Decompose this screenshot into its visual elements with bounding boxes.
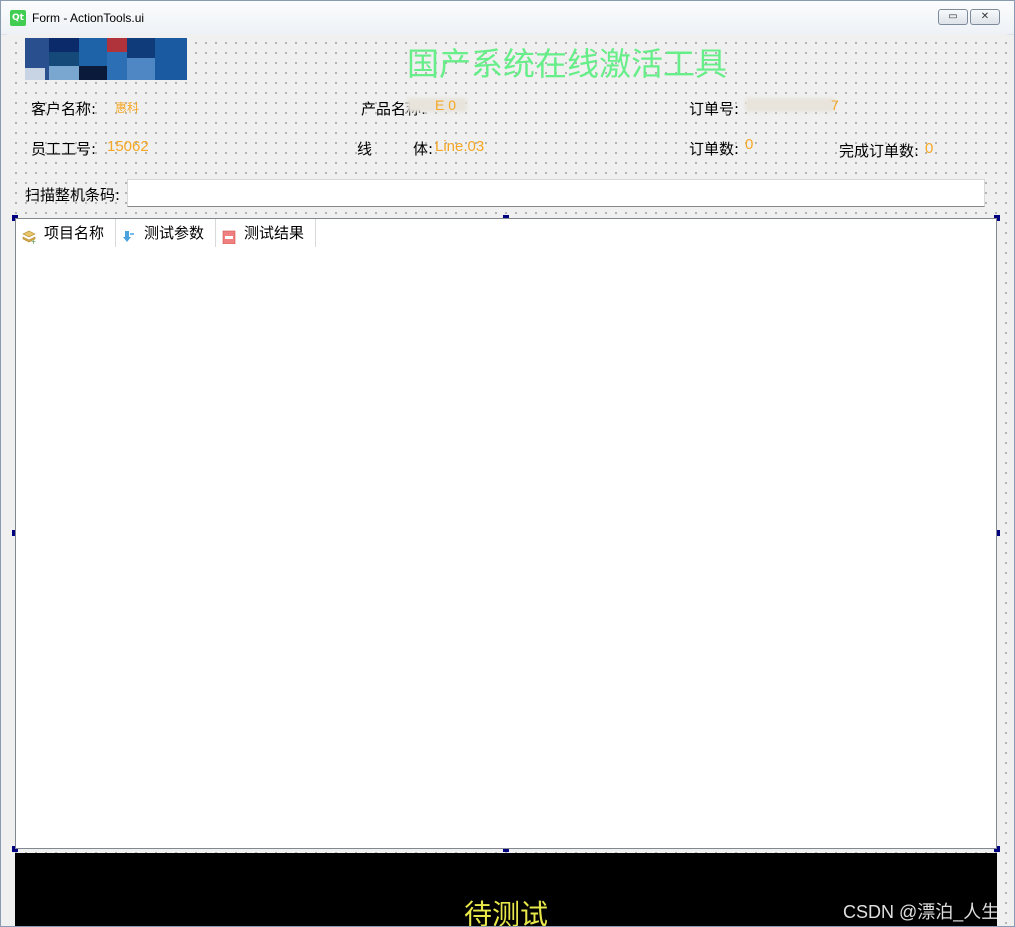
- column-header-test-params[interactable]: 测试参数: [116, 219, 216, 247]
- column-header-label: 测试参数: [144, 224, 205, 242]
- close-button[interactable]: ✕: [970, 9, 1000, 25]
- layers-icon: +: [22, 225, 36, 246]
- window-title: Form - ActionTools.ui: [32, 11, 145, 25]
- column-header-label: 测试结果: [244, 224, 305, 242]
- line-label-part2: 体:: [413, 140, 434, 158]
- done-count-value: 0: [925, 140, 934, 157]
- scan-barcode-input[interactable]: [127, 179, 985, 207]
- test-items-tree[interactable]: + 项目名称 测试参数 测试结果: [15, 218, 997, 849]
- customer-value: 惠科: [115, 101, 140, 115]
- order-count-label: 订单数:: [689, 140, 740, 158]
- app-window: Qt Form - ActionTools.ui ▭ ✕ 国产系统在线激活工具 …: [0, 0, 1015, 927]
- order-count-value: 0: [745, 136, 754, 153]
- form-canvas: 国产系统在线激活工具 客户名称: 惠科 产品名称: E 0 订单号: 7 员工工…: [7, 34, 1007, 926]
- line-label-part1: 线: [357, 140, 373, 158]
- watermark-text: CSDN @漂泊_人生: [843, 902, 1000, 922]
- page-title: 国产系统在线激活工具: [407, 45, 728, 83]
- order-no-label: 订单号:: [689, 100, 740, 118]
- order-no-redaction: [745, 98, 835, 112]
- scan-label: 扫描整机条码:: [25, 186, 121, 204]
- company-logo: [25, 38, 187, 80]
- download-arrow-icon: [122, 225, 136, 242]
- column-header-item-name[interactable]: + 项目名称: [16, 219, 116, 247]
- employee-value: 15062: [107, 138, 149, 155]
- svg-text:+: +: [31, 239, 36, 244]
- column-header-test-result[interactable]: 测试结果: [216, 219, 316, 247]
- document-icon: [222, 225, 236, 245]
- minimize-button[interactable]: ▭: [938, 9, 968, 25]
- product-value: E 0: [435, 97, 457, 113]
- qt-icon: Qt: [10, 10, 26, 26]
- column-header-label: 项目名称: [44, 224, 105, 242]
- done-count-label: 完成订单数:: [839, 142, 920, 160]
- order-no-value: 7: [831, 97, 839, 113]
- customer-label: 客户名称:: [31, 100, 97, 118]
- line-value: Line.03: [435, 138, 485, 155]
- title-bar: Qt Form - ActionTools.ui ▭ ✕: [1, 1, 1014, 35]
- employee-label: 员工工号:: [31, 140, 97, 158]
